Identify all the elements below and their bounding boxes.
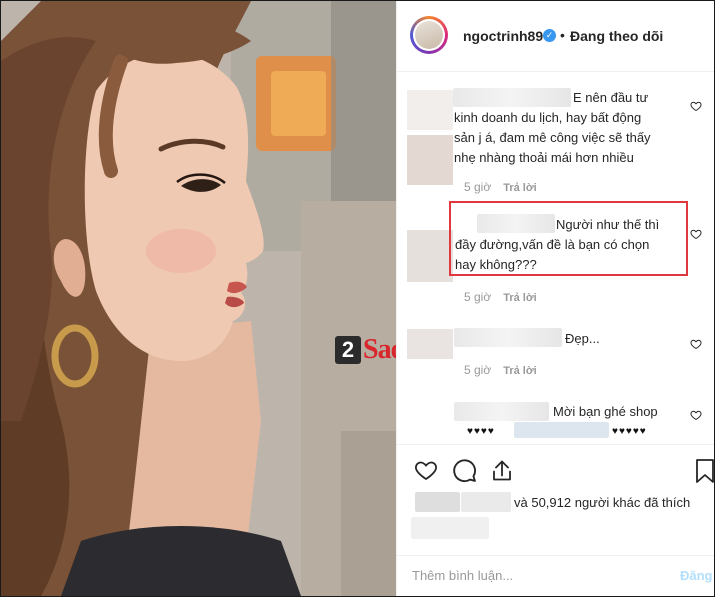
watermark-logo: 2 Sao [335, 334, 396, 366]
post-side-panel: ngoctrinh89 ✓ • Đang theo dõi E nên đầu … [396, 1, 715, 596]
comment-text: Đẹp... [565, 331, 600, 346]
separator-dot: • [560, 27, 565, 43]
reply-button[interactable]: Trả lời [503, 292, 537, 304]
post-actions: và 50,912 người khác đã thích Thêm bình … [397, 444, 715, 596]
comment-text: Mời bạn ghé shop [553, 404, 658, 419]
heart-emoji-row: ♥♥♥♥♥ [612, 426, 647, 437]
comment-text: kinh doanh du lịch, hay bất động [454, 110, 642, 125]
post-comment-button[interactable]: Đăng [680, 568, 713, 583]
heart-emoji-row: ♥♥♥♥ [467, 426, 495, 437]
reply-button[interactable]: Trả lời [503, 182, 537, 194]
commenter-name-redacted [453, 88, 571, 107]
commenter-avatar[interactable] [407, 90, 453, 130]
liker-name-redacted [415, 492, 460, 512]
portrait-illustration [1, 1, 396, 596]
heart-icon[interactable] [413, 458, 439, 482]
comment-time: 5 giờ [464, 363, 492, 377]
comments-list: E nên đầu tư kinh doanh du lịch, hay bất… [397, 72, 714, 444]
mention-redacted [514, 422, 609, 438]
instagram-post-window: 2 Sao ngoctrinh89 ✓ • Đang theo dõi E nê… [0, 0, 715, 597]
comment-time: 5 giờ [464, 290, 492, 304]
post-header: ngoctrinh89 ✓ • Đang theo dõi [397, 1, 714, 72]
post-photo: 2 Sao [1, 1, 396, 596]
reply-button[interactable]: Trả lời [503, 365, 537, 377]
comment-time: 5 giờ [464, 180, 492, 194]
like-comment-heart-icon[interactable] [690, 338, 702, 350]
comment-icon[interactable] [452, 458, 477, 483]
likes-count[interactable]: và 50,912 người khác đã thích [514, 495, 690, 510]
post-date-redacted [411, 517, 489, 539]
commenter-avatar[interactable] [407, 329, 453, 359]
like-comment-heart-icon[interactable] [690, 228, 702, 240]
commenter-name-redacted [454, 328, 562, 347]
watermark-text: Sao [363, 334, 396, 365]
comment-text: nhẹ nhàng thoải mái hơn nhiều [454, 150, 634, 165]
red-highlight-box [449, 201, 688, 276]
comment-text: E nên đầu tư [573, 90, 649, 105]
add-comment-input[interactable]: Thêm bình luận... [412, 568, 513, 583]
profile-username[interactable]: ngoctrinh89 [463, 28, 543, 44]
commenter-name-redacted [454, 402, 549, 421]
bookmark-icon[interactable] [695, 458, 715, 484]
share-icon[interactable] [490, 458, 514, 483]
commenter-avatar[interactable] [407, 230, 453, 282]
like-comment-heart-icon[interactable] [690, 100, 702, 112]
following-button[interactable]: Đang theo dõi [570, 28, 663, 44]
liker-name-redacted [461, 492, 511, 512]
comment-meta: 5 giờ Trả lời [464, 290, 537, 304]
comment-text: sản j á, đam mê công việc sẽ thấy [454, 130, 651, 145]
comment-meta: 5 giờ Trả lời [464, 180, 537, 194]
comment-meta: 5 giờ Trả lời [464, 363, 537, 377]
commenter-avatar-blur [407, 135, 453, 185]
add-comment-bar: Thêm bình luận... Đăng [397, 555, 714, 596]
watermark-number: 2 [335, 336, 361, 364]
profile-avatar[interactable] [410, 16, 448, 54]
like-comment-heart-icon[interactable] [690, 409, 702, 421]
verified-badge-icon: ✓ [543, 29, 556, 42]
